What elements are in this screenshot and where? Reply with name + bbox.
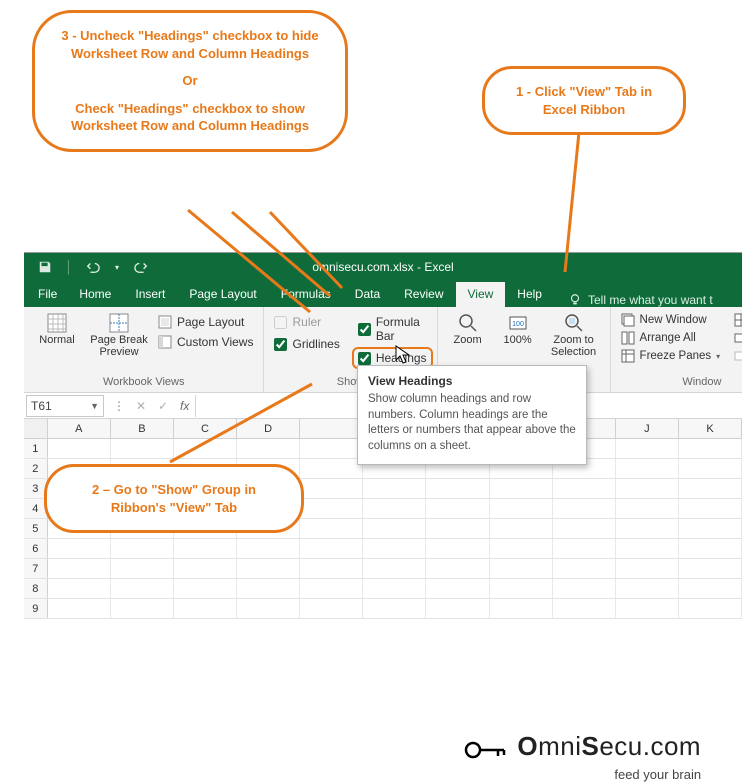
annotation-step3-or: Or bbox=[53, 72, 327, 90]
logo-com: .com bbox=[643, 731, 701, 761]
annotation-step1: 1 - Click "View" Tab in Excel Ribbon bbox=[482, 66, 686, 135]
logo-mni: mni bbox=[538, 731, 581, 761]
annotation-step3-a: 3 - Uncheck "Headings" checkbox to hide … bbox=[53, 27, 327, 62]
annotation-step3-b: Check "Headings" checkbox to show Worksh… bbox=[53, 100, 327, 135]
key-icon bbox=[464, 738, 508, 765]
logo-o: O bbox=[517, 731, 538, 761]
cursor-icon bbox=[395, 345, 411, 365]
omnisecu-logo: OmniSecu.com feed your brain bbox=[464, 731, 701, 782]
tooltip-view-headings: View Headings Show column headings and r… bbox=[357, 365, 587, 465]
logo-ecu: ecu bbox=[599, 731, 642, 761]
tooltip-title: View Headings bbox=[368, 374, 576, 388]
logo-tagline: feed your brain bbox=[464, 765, 701, 782]
annotation-step3: 3 - Uncheck "Headings" checkbox to hide … bbox=[32, 10, 348, 152]
tooltip-body: Show column headings and row numbers. Co… bbox=[368, 392, 576, 454]
logo-s: S bbox=[581, 731, 599, 761]
annotation-step2: 2 – Go to "Show" Group in Ribbon's "View… bbox=[44, 464, 304, 533]
